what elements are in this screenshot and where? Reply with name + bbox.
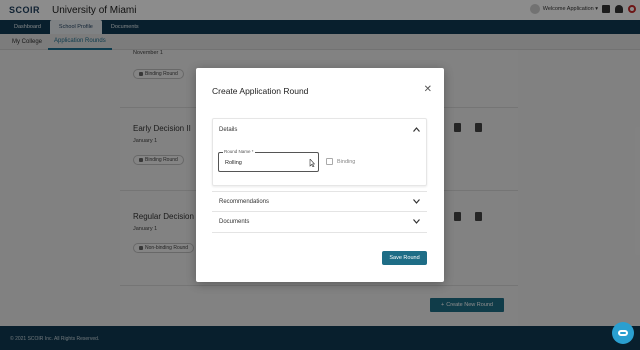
chevron-up-icon[interactable] [413, 126, 420, 134]
mouse-cursor-icon [309, 158, 316, 169]
round-name-field[interactable]: Round Name * Rolling [218, 149, 319, 172]
help-button[interactable] [612, 322, 634, 344]
details-label: Details [219, 127, 238, 133]
binding-checkbox-group[interactable]: Binding [326, 158, 355, 165]
save-round-button[interactable]: Save Round [382, 251, 427, 265]
details-header[interactable]: Details [212, 120, 427, 140]
help-icon [618, 330, 628, 336]
binding-label: Binding [337, 158, 356, 165]
round-name-value[interactable]: Rolling [225, 160, 242, 166]
modal-title: Create Application Round [212, 86, 309, 96]
recommendations-label: Recommendations [219, 199, 270, 205]
close-icon[interactable]: ✕ [424, 85, 432, 95]
documents-section[interactable]: Documents [212, 211, 427, 233]
binding-checkbox[interactable] [326, 158, 333, 165]
chevron-down-icon[interactable] [413, 198, 420, 206]
documents-label: Documents [219, 219, 250, 225]
create-round-modal: Create Application Round ✕ Details Round… [196, 68, 444, 282]
round-name-label: Round Name * [223, 149, 255, 154]
chevron-down-icon[interactable] [413, 218, 420, 226]
recommendations-section[interactable]: Recommendations [212, 191, 427, 212]
